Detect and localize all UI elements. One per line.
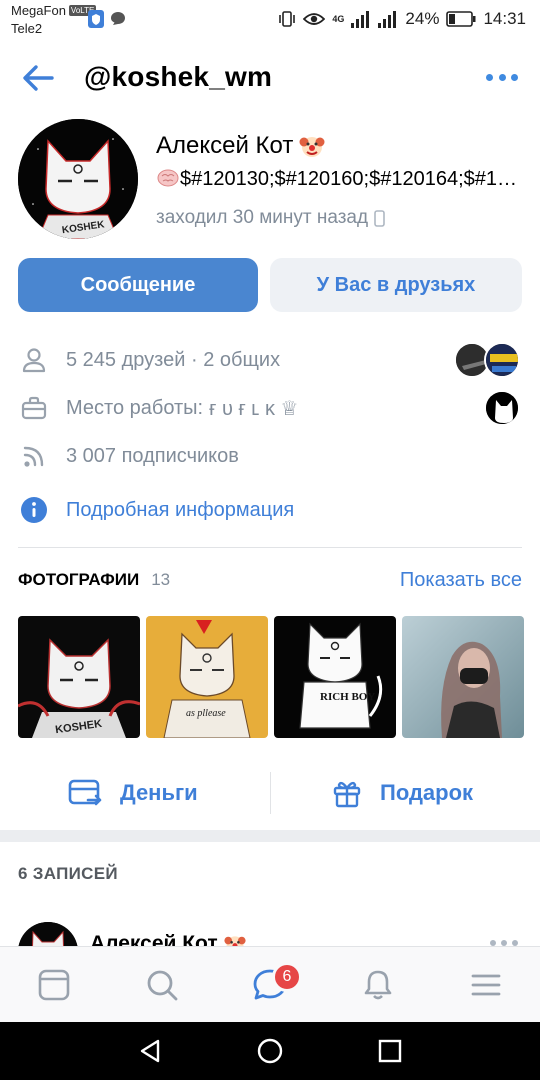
money-transfer-icon <box>68 779 102 806</box>
work-group-avatar[interactable] <box>484 390 520 426</box>
followers-count: 3 007 подписчиков <box>66 444 239 467</box>
friends-button[interactable]: У Вас в друзьях <box>270 258 522 312</box>
photo-thumbnail-caption: RICH BOY <box>320 691 375 703</box>
system-back-button[interactable] <box>136 1036 166 1066</box>
carrier-1-name: MegaFon <box>11 3 66 18</box>
friends-count: 5 245 друзей · 2 общих <box>66 348 281 371</box>
carrier-2: Tele2 <box>11 21 43 36</box>
profile-status: $#120130;$#120160;$#120164;$#120160;$#12… <box>156 168 526 191</box>
signal-icon-1 <box>351 11 370 28</box>
back-button[interactable] <box>20 62 56 94</box>
carrier-1: MegaFon VoLTE <box>11 3 97 18</box>
mutual-friend-avatar[interactable] <box>484 342 520 378</box>
triangle-back-icon <box>140 1039 160 1063</box>
info-icon <box>18 494 50 526</box>
tab-menu[interactable] <box>466 965 506 1005</box>
bell-icon <box>364 970 392 1000</box>
user-icon <box>18 344 50 376</box>
system-navigation-bar <box>0 1022 540 1080</box>
search-icon <box>147 970 178 1001</box>
clock: 14:31 <box>483 9 526 28</box>
rss-icon <box>18 440 50 472</box>
photo-thumbnail[interactable]: RICH BOY <box>274 616 396 738</box>
show-all-photos-link[interactable]: Показать все <box>400 569 522 592</box>
news-feed-icon <box>38 969 70 1001</box>
last-seen-text: заходил 30 минут назад <box>156 207 369 228</box>
square-recents-icon <box>378 1039 402 1063</box>
posts-count-title: 6 ЗАПИСЕЙ <box>18 864 118 883</box>
last-seen: заходил 30 минут назад <box>156 207 385 229</box>
tab-bar <box>0 946 540 1022</box>
profile-status-text: $#120130;$#120160;$#120164;$#120160;$#12… <box>180 168 526 190</box>
circle-home-icon <box>257 1038 283 1064</box>
photos-count: 13 <box>151 570 171 589</box>
cat-avatar-image: KOSHEK <box>18 119 138 239</box>
clown-emoji-icon <box>299 137 325 157</box>
work-value: ғ ᴜ ғ ʟ ᴋ ♕ <box>209 397 299 420</box>
gift-icon <box>333 781 361 808</box>
message-button[interactable]: Сообщение <box>18 258 258 312</box>
network-type: 4G <box>332 13 345 24</box>
photo-thumbnail-caption: as pllease <box>186 708 226 719</box>
work-avatar[interactable] <box>484 390 520 426</box>
tab-notifications[interactable] <box>358 965 398 1005</box>
status-bar: MegaFon VoLTE Tele2 4G 24% 14:31 <box>0 0 540 40</box>
avatar[interactable]: KOSHEK <box>18 119 138 239</box>
photo-thumbnail[interactable]: KOSHEK <box>18 616 140 738</box>
photos-header: ФОТОГРАФИИ 13 <box>18 570 170 590</box>
arrow-left-icon <box>23 65 54 91</box>
profile-handle: @koshek_wm <box>84 61 273 92</box>
details-link: Подробная информация <box>66 498 295 521</box>
shield-icon <box>88 10 104 28</box>
more-button[interactable] <box>486 74 518 82</box>
profile-name-text: Алексей Кот <box>156 132 294 159</box>
tab-search[interactable] <box>142 965 182 1005</box>
tab-news[interactable] <box>34 965 74 1005</box>
system-home-button[interactable] <box>255 1036 285 1066</box>
chat-status-icon <box>110 11 126 26</box>
photo-thumbnail[interactable] <box>402 616 524 738</box>
profile-name: Алексей Кот <box>156 132 325 160</box>
work-row[interactable]: Место работы: ғ ᴜ ғ ʟ ᴋ ♕ <box>18 388 522 428</box>
messages-badge: 6 <box>272 962 302 992</box>
work-label: Место работы: <box>66 396 204 419</box>
gift-label: Подарок <box>380 780 474 805</box>
photos-title: ФОТОГРАФИИ <box>18 570 140 589</box>
header: @koshek_wm <box>0 48 540 108</box>
battery-percent: 24% <box>405 9 440 28</box>
hamburger-menu-icon <box>471 974 501 996</box>
money-button[interactable]: Деньги <box>68 765 198 821</box>
briefcase-icon <box>18 392 50 424</box>
money-label: Деньги <box>120 780 198 805</box>
status-right: 4G 24% 14:31 <box>278 8 526 30</box>
system-recents-button[interactable] <box>375 1036 405 1066</box>
action-separator <box>270 772 271 814</box>
gift-button[interactable]: Подарок <box>332 765 473 821</box>
section-separator <box>0 830 540 842</box>
followers-row[interactable]: 3 007 подписчиков <box>18 436 522 476</box>
mutual-friends-avatars[interactable] <box>454 342 520 378</box>
battery-icon <box>446 11 476 27</box>
phone-icon <box>374 209 385 227</box>
brain-emoji-icon <box>157 169 179 187</box>
vibrate-icon <box>279 11 296 27</box>
divider <box>18 547 522 548</box>
friends-row[interactable]: 5 245 друзей · 2 общих <box>18 340 522 380</box>
eye-icon <box>303 13 326 25</box>
photo-thumbnail[interactable]: as pllease <box>146 616 268 738</box>
signal-icon-2 <box>378 11 397 28</box>
details-row[interactable]: Подробная информация <box>18 490 522 530</box>
screen: MegaFon VoLTE Tele2 4G 24% 14:31 @koshek… <box>0 0 540 1080</box>
